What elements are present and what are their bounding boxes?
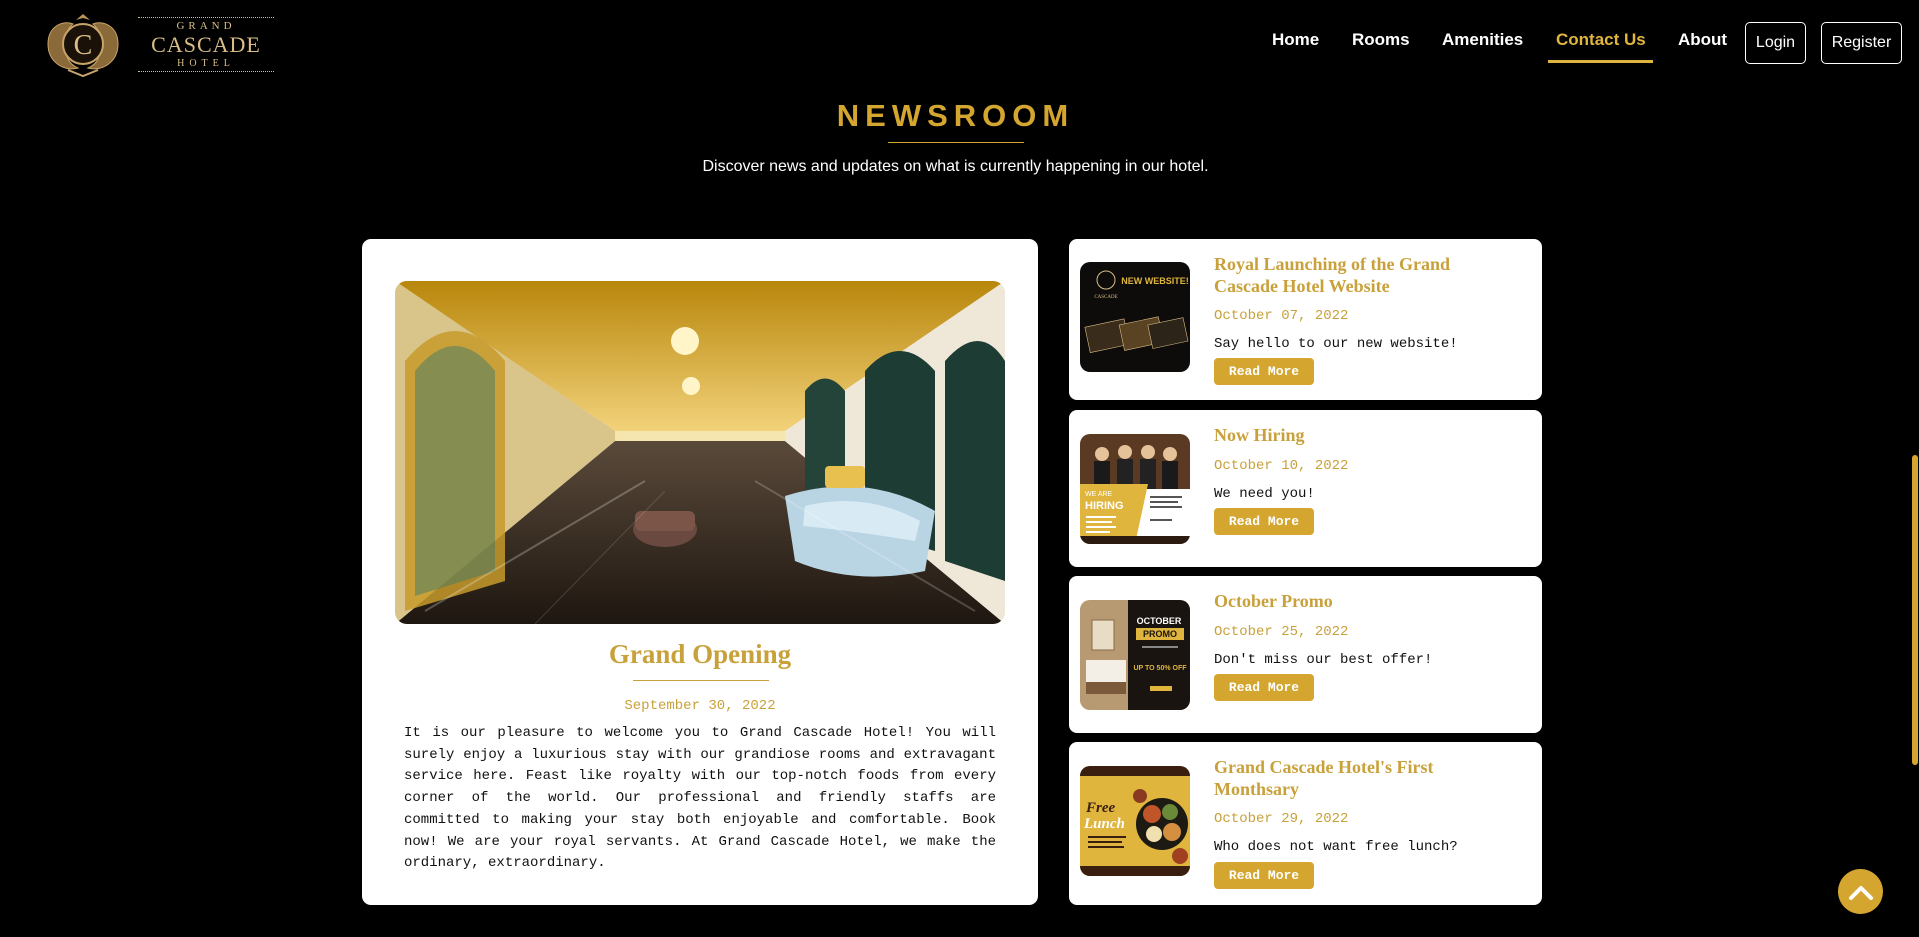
featured-date: September 30, 2022 [624,698,776,714]
section-title-rule [888,142,1024,143]
nav-about[interactable]: About [1678,30,1727,50]
back-to-top-button[interactable] [1838,869,1883,914]
news-date: October 10, 2022 [1214,458,1349,474]
news-date: October 25, 2022 [1214,624,1349,640]
news-summary: Say hello to our new website! [1214,336,1458,352]
news-title[interactable]: Grand Cascade Hotel's First Monthsary [1214,757,1514,800]
featured-title-rule [633,680,769,681]
news-title[interactable]: Royal Launching of the Grand Cascade Hot… [1214,254,1514,297]
featured-lobby-image [395,281,1005,624]
thumb-kicker: WE ARE [1085,491,1113,498]
thumb-headline: Lunch [1083,816,1125,832]
monogram: C [74,30,93,61]
news-summary: We need you! [1214,486,1315,502]
thumb-kicker: Free [1085,800,1116,816]
read-more-button[interactable]: Read More [1214,674,1314,701]
logo-line-cascade: CASCADE [151,31,261,57]
news-card: Free Lunch Grand Cascade Hotel's First M… [1069,742,1542,905]
news-date: October 29, 2022 [1214,811,1349,827]
register-button[interactable]: Register [1821,22,1902,64]
thumb-headline: PROMO [1143,629,1177,639]
page-scrollbar[interactable] [1910,0,1919,937]
news-title[interactable]: Now Hiring [1214,425,1514,447]
thumb-offer: UP TO 50% OFF [1133,665,1187,672]
thumb-kicker: OCTOBER [1137,616,1182,626]
section-subtitle: Discover news and updates on what is cur… [702,158,1209,175]
october-promo-thumbnail: OCTOBER PROMO UP TO 50% OFF [1080,600,1190,710]
login-button[interactable]: Login [1745,22,1806,64]
free-lunch-thumbnail: Free Lunch [1080,766,1190,876]
news-title[interactable]: October Promo [1214,591,1514,613]
logo-wordmark: GRAND CASCADE HOTEL [138,16,274,72]
hotel-logo[interactable]: C GRAND CASCADE HOTEL [38,10,274,78]
read-more-button[interactable]: Read More [1214,358,1314,385]
chevron-up-icon [1848,885,1873,900]
thumb-brand: CASCADE [1094,295,1117,300]
news-summary: Don't miss our best offer! [1214,652,1433,668]
section-title: NEWSROOM [836,98,1075,133]
news-card: OCTOBER PROMO UP TO 50% OFF October Prom… [1069,576,1542,733]
nav-home[interactable]: Home [1272,30,1319,50]
featured-article-card: Grand Opening September 30, 2022 It is o… [362,239,1038,905]
logo-line-grand: GRAND [138,16,274,32]
thumb-headline: NEW WEBSITE! [1121,276,1189,286]
site-header: C GRAND CASCADE HOTEL Home Rooms Ameniti… [0,0,1919,84]
news-date: October 07, 2022 [1214,308,1349,324]
featured-title[interactable]: Grand Opening [362,639,1038,670]
read-more-button[interactable]: Read More [1214,862,1314,889]
featured-body-text: It is our pleasure to welcome you to Gra… [404,725,996,872]
read-more-button[interactable]: Read More [1214,508,1314,535]
hiring-thumbnail: WE ARE HIRING [1080,434,1190,544]
news-summary: Who does not want free lunch? [1214,839,1458,855]
nav-contact-us[interactable]: Contact Us [1556,30,1646,50]
news-card: WE ARE HIRING Now Hiring October 10, 202… [1069,410,1542,567]
logo-line-hotel: HOTEL [138,58,274,72]
scrollbar-thumb[interactable] [1912,455,1918,765]
news-card: NEW WEBSITE! CASCADE Royal Launching of … [1069,239,1542,400]
active-nav-indicator [1548,60,1653,63]
nav-rooms[interactable]: Rooms [1352,30,1410,50]
nav-amenities[interactable]: Amenities [1442,30,1523,50]
website-launch-thumbnail: NEW WEBSITE! CASCADE [1080,262,1190,372]
thumb-headline: HIRING [1085,500,1124,512]
crest-icon: C [47,14,119,78]
